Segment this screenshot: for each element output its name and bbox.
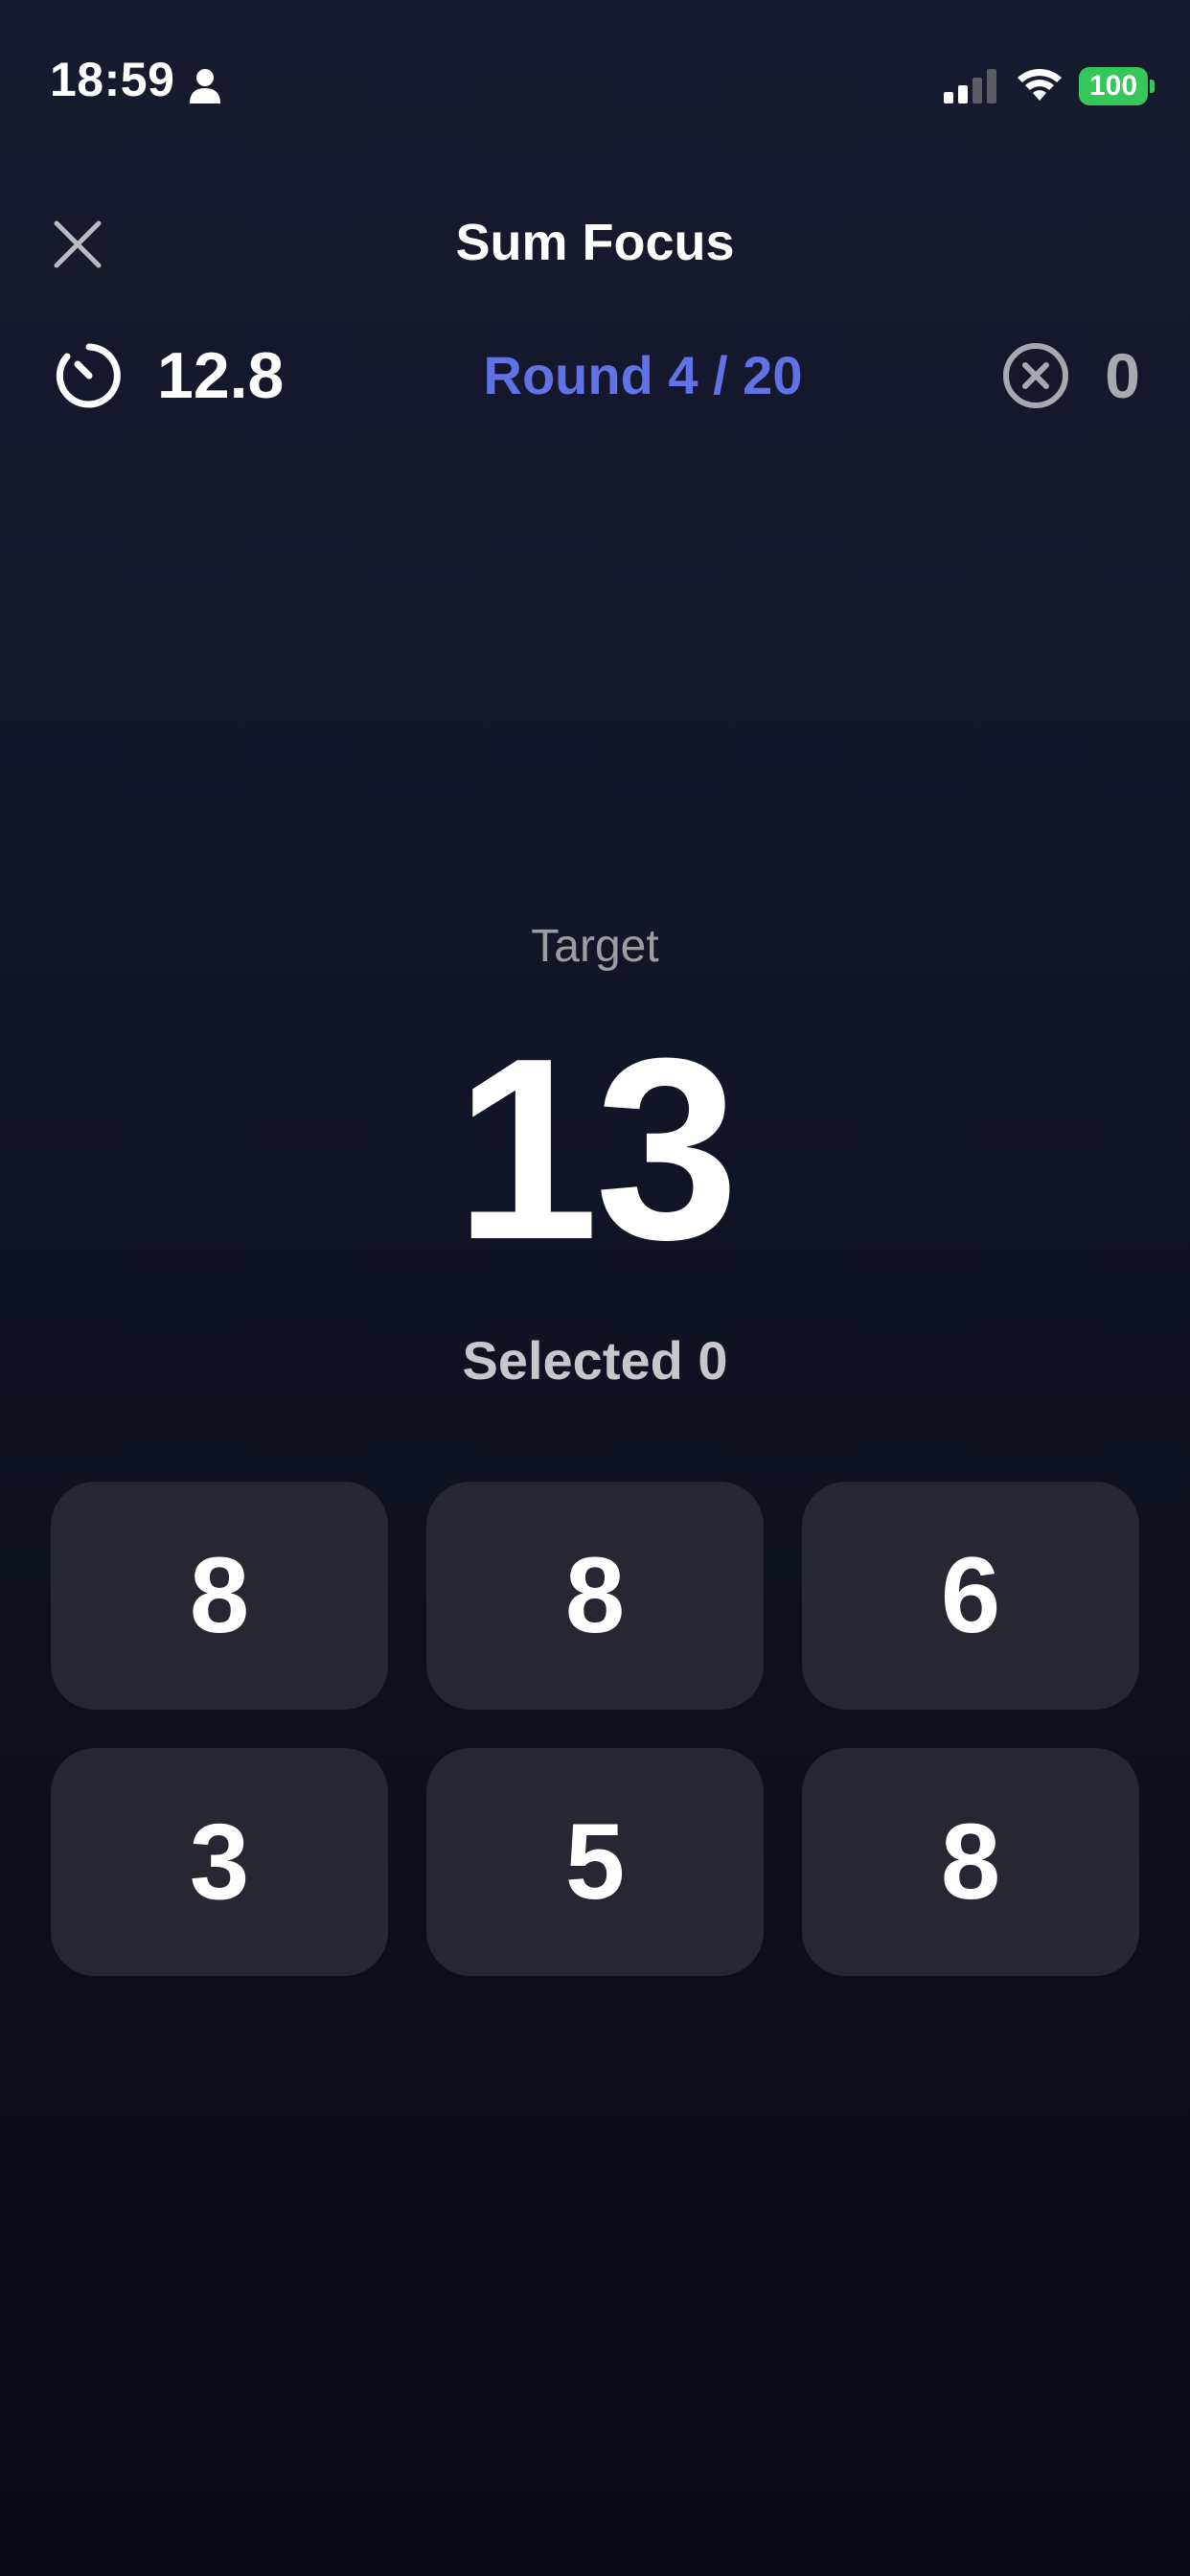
number-tile[interactable]: 3 — [51, 1748, 388, 1976]
page-title: Sum Focus — [455, 214, 735, 271]
timer-display: 12.8 — [54, 335, 284, 416]
number-grid: 8 8 6 3 5 8 — [51, 1482, 1139, 1976]
battery-level: 100 — [1079, 67, 1148, 105]
target-label: Target — [531, 921, 659, 972]
number-tile[interactable]: 8 — [51, 1482, 388, 1710]
timer-value: 12.8 — [157, 339, 285, 412]
error-count: 0 — [1105, 340, 1140, 411]
round-indicator: Round 4 / 20 — [483, 345, 803, 405]
person-icon — [190, 69, 220, 104]
battery-indicator: 100 — [1079, 67, 1155, 105]
status-bar: 18:59 100 — [0, 0, 1190, 172]
selected-sum: Selected 0 — [462, 1330, 728, 1391]
status-time: 18:59 — [50, 53, 175, 106]
number-tile[interactable]: 8 — [426, 1482, 764, 1710]
error-counter: 0 — [1001, 335, 1140, 416]
stopwatch-icon — [56, 343, 121, 408]
cellular-signal-icon — [944, 69, 996, 104]
target-value: 13 — [454, 1005, 739, 1294]
number-tile[interactable]: 6 — [802, 1482, 1139, 1710]
number-tile[interactable]: 5 — [426, 1748, 764, 1976]
number-tile[interactable]: 8 — [802, 1748, 1139, 1976]
battery-tip — [1150, 80, 1155, 93]
x-circle-icon — [1003, 343, 1069, 408]
wifi-icon — [1018, 69, 1062, 101]
